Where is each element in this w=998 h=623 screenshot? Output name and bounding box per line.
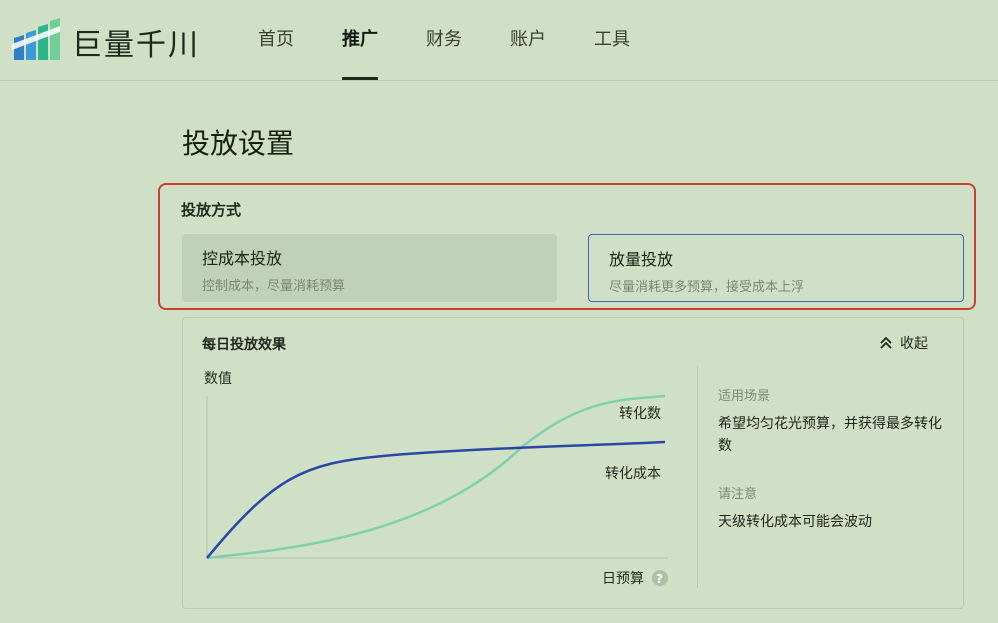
mode-option-desc: 尽量消耗更多预算，接受成本上浮 xyxy=(609,280,805,295)
mode-option-title: 控成本投放 xyxy=(202,249,283,268)
mode-option-desc: 控制成本，尽量消耗预算 xyxy=(202,279,346,294)
nav-tools[interactable]: 工具 xyxy=(594,0,630,80)
scenario-block: 适用场景 希望均匀花光预算，并获得最多转化数 xyxy=(718,386,948,457)
nav-finance[interactable]: 财务 xyxy=(426,0,462,80)
note-block: 请注意 天级转化成本可能会波动 xyxy=(718,484,948,533)
nav-promotion[interactable]: 推广 xyxy=(342,0,378,80)
note-label: 请注意 xyxy=(718,487,758,502)
chart-x-label: 日预算 xyxy=(602,571,644,587)
daily-effect-panel: 每日投放效果 收起 数值 转化数 转化成本 日预算 ? 适用场景 希望均匀花光预… xyxy=(182,317,964,609)
series-line-conversion-cost xyxy=(206,440,666,559)
collapse-button[interactable]: 收起 xyxy=(880,333,928,353)
help-icon[interactable]: ? xyxy=(652,570,668,586)
nav-home[interactable]: 首页 xyxy=(258,0,294,80)
nav-account[interactable]: 账户 xyxy=(510,0,546,80)
logo-icon xyxy=(12,18,60,60)
delivery-mode-label: 投放方式 xyxy=(181,201,242,219)
mode-option-cost-control[interactable]: 控成本投放 控制成本，尽量消耗预算 xyxy=(182,234,557,302)
main-nav: 首页 推广 财务 账户 工具 xyxy=(258,0,678,80)
scenario-text: 希望均匀花光预算，并获得最多转化数 xyxy=(718,416,942,454)
mode-option-max-volume[interactable]: 放量投放 尽量消耗更多预算，接受成本上浮 xyxy=(588,234,964,302)
brand-name[interactable]: 巨量千川 xyxy=(72,20,200,64)
note-text: 天级转化成本可能会波动 xyxy=(718,514,872,530)
chart-y-label: 数值 xyxy=(204,371,232,387)
panel-divider xyxy=(697,366,698,588)
collapse-label: 收起 xyxy=(900,336,928,352)
series-line-conversions xyxy=(206,394,666,560)
chevron-up-double-icon xyxy=(880,337,892,349)
scenario-label: 适用场景 xyxy=(718,389,771,404)
top-nav-bar: 巨量千川 首页 推广 财务 账户 工具 xyxy=(0,0,998,81)
series-label-conversion-cost: 转化成本 xyxy=(605,466,661,482)
effect-chart: 数值 转化数 转化成本 日预算 ? xyxy=(204,371,668,587)
page-title: 投放设置 xyxy=(182,127,295,160)
mode-option-title: 放量投放 xyxy=(609,250,674,269)
svg-text:?: ? xyxy=(656,572,663,586)
series-label-conversions: 转化数 xyxy=(619,406,661,422)
